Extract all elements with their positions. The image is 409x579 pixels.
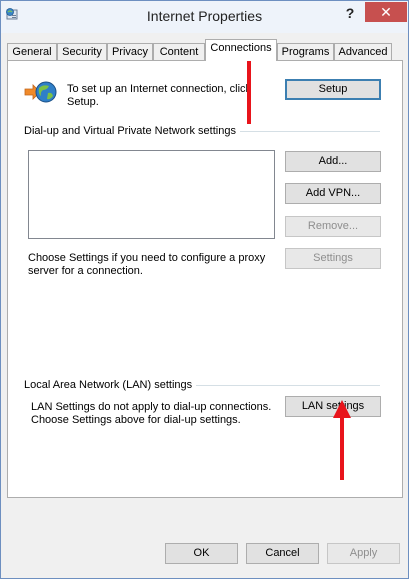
ok-button[interactable]: OK bbox=[165, 543, 238, 564]
setup-text-line1: To set up an Internet connection, click bbox=[67, 83, 252, 95]
tab-programs[interactable]: Programs bbox=[277, 43, 334, 60]
proxy-text-line2: server for a connection. bbox=[28, 265, 143, 277]
tab-general[interactable]: General bbox=[7, 43, 57, 60]
tab-advanced[interactable]: Advanced bbox=[334, 43, 392, 60]
title-bar[interactable]: Internet Properties ? ✕ bbox=[1, 1, 408, 33]
add-vpn-button[interactable]: Add VPN... bbox=[285, 183, 381, 204]
setup-button[interactable]: Setup bbox=[285, 79, 381, 100]
help-button[interactable]: ? bbox=[339, 3, 361, 23]
lan-group-label: Local Area Network (LAN) settings bbox=[24, 379, 197, 391]
annotation-arrow-lan-settings bbox=[333, 400, 351, 480]
settings-button[interactable]: Settings bbox=[285, 248, 381, 269]
dialup-group-label: Dial-up and Virtual Private Network sett… bbox=[24, 125, 240, 137]
network-globe-icon bbox=[24, 81, 57, 103]
setup-text-line2: Setup. bbox=[67, 96, 99, 108]
add-button[interactable]: Add... bbox=[285, 151, 381, 172]
connections-listbox[interactable] bbox=[28, 150, 275, 239]
apply-button[interactable]: Apply bbox=[327, 543, 400, 564]
lan-text-line2: Choose Settings above for dial-up settin… bbox=[31, 414, 241, 426]
remove-button[interactable]: Remove... bbox=[285, 216, 381, 237]
tab-content[interactable]: Content bbox=[153, 43, 205, 60]
tab-security[interactable]: Security bbox=[57, 43, 107, 60]
tab-connections[interactable]: Connections bbox=[205, 39, 277, 61]
tab-privacy[interactable]: Privacy bbox=[107, 43, 153, 60]
lan-text-line1: LAN Settings do not apply to dial-up con… bbox=[31, 401, 272, 413]
cancel-button[interactable]: Cancel bbox=[246, 543, 319, 564]
internet-properties-window: Internet Properties ? ✕ General Security… bbox=[0, 0, 409, 579]
close-button[interactable]: ✕ bbox=[365, 2, 407, 22]
proxy-text-line1: Choose Settings if you need to configure… bbox=[28, 252, 266, 264]
